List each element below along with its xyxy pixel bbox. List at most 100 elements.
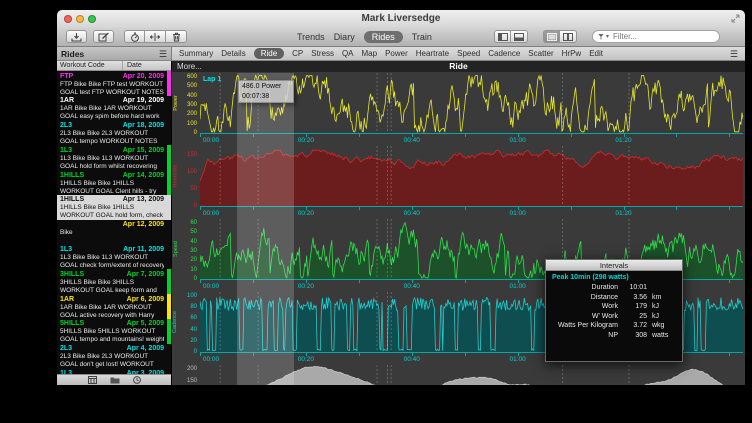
ride-color-strip [167, 71, 171, 96]
filter-input[interactable] [611, 31, 714, 42]
scope-tab-trends[interactable]: Trends [297, 31, 325, 43]
y-tick-label: 20 [178, 338, 197, 344]
ride-description: 1L3 Bike Bike 1L3 WORKOUT [60, 155, 164, 163]
ride-row[interactable]: 2L3Apr 4, 20092L3 Bike Bike 2L3 WORKOUTG… [57, 344, 171, 369]
import-button[interactable] [66, 30, 87, 43]
chart-heartrate-plot[interactable]: Heartrate150100500 [200, 146, 743, 206]
chart-heartrate[interactable]: Heartrate15010050000:0000:2000:4001:0001… [200, 146, 745, 218]
column-date[interactable]: Date [123, 61, 142, 70]
interval-stat-row: Duration10:01 [552, 283, 676, 293]
ride-date: Apr 12, 2009 [123, 221, 164, 229]
sidebar-title: Rides [61, 49, 84, 59]
interval-stat-value: 3.56 [621, 293, 647, 303]
view-tab-cp[interactable]: CP [292, 49, 303, 58]
ride-view: More... Ride Power6005004003002001000Lap… [172, 61, 745, 385]
ride-workout-code: 5HILLS [60, 320, 84, 328]
toggle-sidebar-button[interactable] [494, 30, 511, 43]
x-tick-label: 00:40 [399, 283, 425, 291]
more-button[interactable]: More... [177, 61, 202, 72]
view-tab-stress[interactable]: Stress [311, 49, 334, 58]
folder-icon[interactable] [110, 376, 120, 384]
ride-workout-code: 2L3 [60, 345, 72, 353]
fullscreen-icon[interactable] [731, 14, 740, 23]
view-tab-qa[interactable]: QA [342, 49, 354, 58]
ride-color-strip [167, 294, 171, 319]
y-tick-label: 300 [178, 102, 197, 108]
ride-row[interactable]: Apr 12, 2009Bike [57, 220, 171, 245]
view-menu-icon[interactable]: ☰ [730, 49, 738, 59]
x-tick-label: 00:20 [293, 356, 319, 364]
calendar-icon[interactable] [88, 376, 97, 384]
chart-altitude-plot[interactable]: Altitude200150100 [200, 365, 743, 385]
interval-heading: Peak 10min (298 watts) [552, 274, 676, 281]
interval-stat-label: W' Work [552, 312, 618, 322]
view-tab-details[interactable]: Details [221, 49, 245, 58]
intervals-popup-title[interactable]: Intervals [546, 260, 682, 271]
view-tab-scatter[interactable]: Scatter [528, 49, 553, 58]
ride-date: Apr 19, 2009 [123, 97, 164, 105]
toggle-lowbar-button[interactable] [511, 30, 528, 43]
view-tab-heartrate[interactable]: Heartrate [416, 49, 449, 58]
toolbar: Trends Diary Rides Train ▾ [57, 27, 745, 47]
ride-color-strip [167, 145, 171, 170]
interval-stat-value: 10:01 [621, 283, 647, 293]
ride-row[interactable]: 1L3Apr 15, 20091L3 Bike Bike 1L3 WORKOUT… [57, 145, 171, 170]
ride-workout-code: 1HILLS [60, 196, 84, 204]
view-tab-hrpw[interactable]: HrPw [562, 49, 582, 58]
interval-stat-label: Distance [552, 293, 618, 303]
scope-tab-train[interactable]: Train [412, 31, 432, 43]
view-tab-ride[interactable]: Ride [254, 48, 284, 59]
clock-icon[interactable] [133, 376, 141, 384]
sidebar-menu-icon[interactable]: ☰ [159, 49, 167, 59]
split-button[interactable] [145, 30, 166, 43]
chart-altitude[interactable]: Altitude20015010000:0000:2000:4001:0001:… [200, 365, 745, 385]
close-button[interactable] [64, 15, 72, 23]
view-tab-cadence[interactable]: Cadence [488, 49, 520, 58]
ride-date: Apr 4, 2009 [127, 345, 164, 353]
trash-button[interactable] [166, 30, 187, 43]
view-tab-power[interactable]: Power [385, 49, 408, 58]
compose-button[interactable] [93, 30, 114, 43]
ride-date: Apr 14, 2009 [123, 172, 164, 180]
ride-row[interactable]: 5HILLSApr 5, 20095HILLS Bike 5HILLS WORK… [57, 319, 171, 344]
y-tick-label: 60 [178, 315, 197, 321]
filter-funnel-icon [598, 33, 604, 41]
scope-tab-rides[interactable]: Rides [364, 31, 403, 43]
ride-description: 1AR Bike Bike 1AR WORKOUT [60, 304, 164, 312]
y-tick-label: 40 [178, 327, 197, 333]
view-tab-map[interactable]: Map [362, 49, 378, 58]
ride-row[interactable]: 1HILLSApr 13, 20091HILLS Bike Bike 1HILL… [57, 195, 171, 220]
y-tick-label: 200 [178, 366, 197, 372]
chart-power[interactable]: Power6005004003002001000Lap 1486.0 Power… [200, 73, 745, 145]
tiled-view-button[interactable] [543, 30, 560, 43]
ride-workout-code: 2L3 [60, 122, 72, 130]
x-tick-label: 00:40 [399, 356, 425, 364]
ride-row[interactable]: 1ARApr 6, 20091AR Bike Bike 1AR WORKOUTG… [57, 294, 171, 319]
ride-row[interactable]: 1ARApr 19, 20091AR Bike Bike 1AR WORKOUT… [57, 96, 171, 121]
y-tick-label: 500 [178, 83, 197, 89]
ride-description: Bike [60, 229, 164, 237]
ride-row[interactable]: FTPApr 20, 2009FTP Bike Bike FTP test WO… [57, 71, 171, 96]
titlebar[interactable]: Mark Liversedge [57, 10, 745, 27]
y-tick-label: 50 [178, 186, 197, 192]
minimize-button[interactable] [76, 15, 84, 23]
ride-date: Apr 20, 2009 [123, 73, 164, 81]
tabbed-view-button[interactable] [560, 30, 577, 43]
ride-row[interactable]: 1HILLSApr 14, 20091HILLS Bike Bike 1HILL… [57, 170, 171, 195]
ride-row[interactable]: 2L3Apr 18, 20092L3 Bike Bike 2L3 WORKOUT… [57, 121, 171, 146]
chart-power-plot[interactable]: Power6005004003002001000Lap 1486.0 Power… [200, 73, 743, 133]
ride-row[interactable]: 3HILLSApr 7, 20093HILLS Bike Bike 3HILLS… [57, 269, 171, 294]
ride-list: FTPApr 20, 2009FTP Bike Bike FTP test WO… [57, 71, 171, 374]
y-tick-label: 0 [178, 349, 197, 355]
column-workout-code[interactable]: Workout Code [57, 61, 123, 70]
filter-field[interactable]: ▾ [592, 30, 720, 43]
stopwatch-button[interactable] [124, 30, 145, 43]
view-tab-speed[interactable]: Speed [457, 49, 480, 58]
zoom-button[interactable] [88, 15, 96, 23]
scope-tab-diary[interactable]: Diary [334, 31, 355, 43]
x-tick-label: 01:20 [611, 210, 637, 218]
view-tab-summary[interactable]: Summary [179, 49, 213, 58]
view-tab-edit[interactable]: Edit [589, 49, 603, 58]
ride-row[interactable]: 1L3Apr 11, 20091L3 Bike Bike 1L3 WORKOUT… [57, 245, 171, 270]
sidebar-footer [57, 374, 171, 385]
